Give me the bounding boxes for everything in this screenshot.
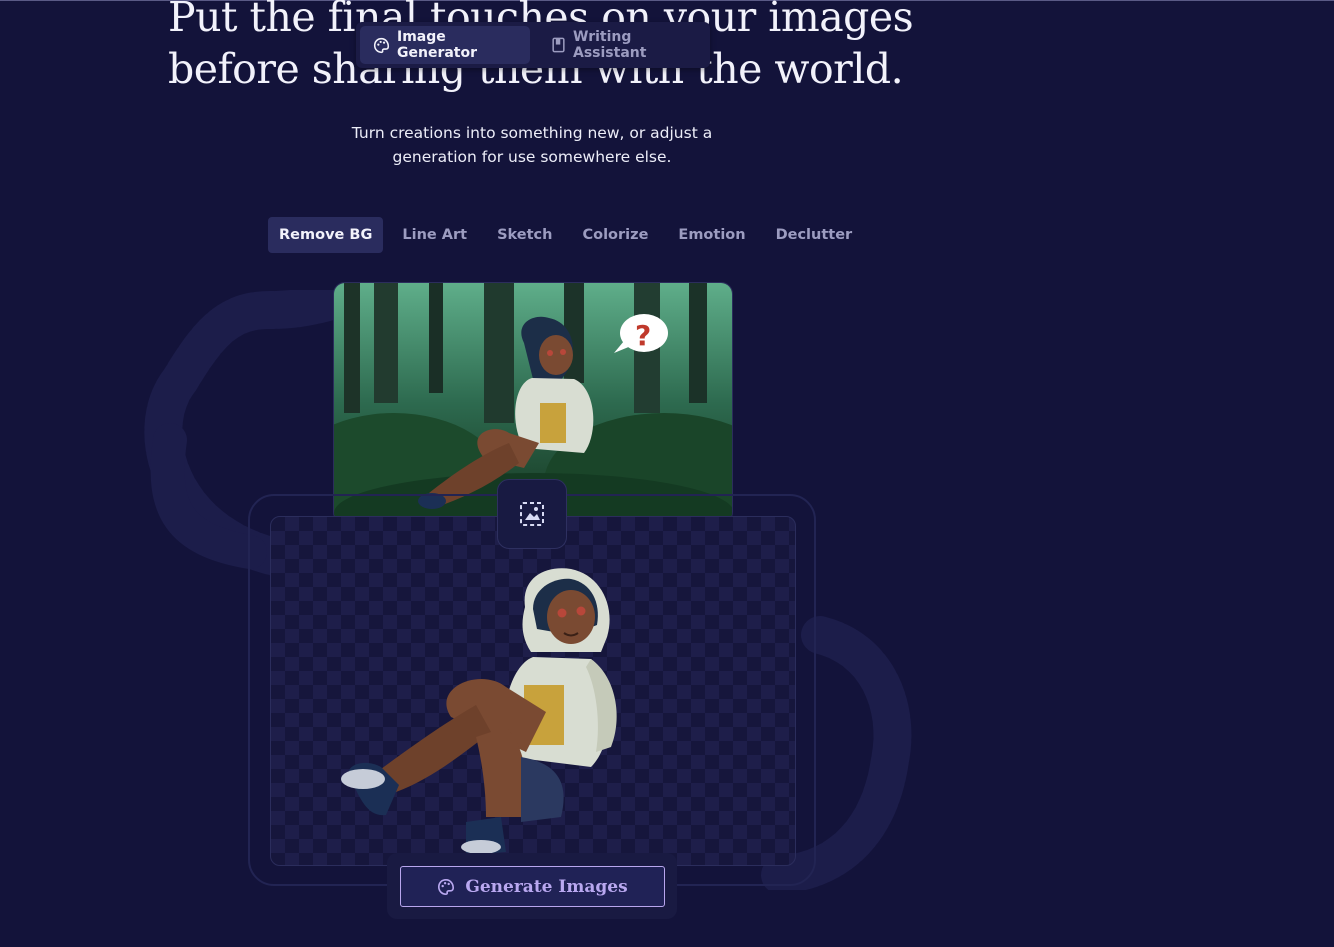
after-image-card <box>270 516 796 866</box>
tool-tabs: Remove BG Line Art Sketch Colorize Emoti… <box>268 217 871 253</box>
image-select-icon <box>520 502 544 526</box>
product-switcher: Image Generator Writing Assistant <box>356 22 710 68</box>
speech-bubble-question: ? <box>635 319 651 352</box>
generate-images-button[interactable]: Generate Images <box>400 866 665 907</box>
tab-writing-assistant[interactable]: Writing Assistant <box>538 26 704 64</box>
tool-tab-emotion[interactable]: Emotion <box>667 217 756 253</box>
tool-tab-remove-bg[interactable]: Remove BG <box>268 217 384 253</box>
tab-writing-assistant-label: Writing Assistant <box>573 29 647 61</box>
palette-icon <box>438 878 455 895</box>
remove-bg-action-button[interactable] <box>497 479 567 549</box>
after-image <box>341 568 617 855</box>
generate-button-container: Generate Images <box>387 853 677 919</box>
tool-tab-declutter[interactable]: Declutter <box>765 217 864 253</box>
tab-image-generator-label: Image Generator <box>397 29 478 61</box>
generate-images-label: Generate Images <box>465 876 628 897</box>
tool-tab-line-art[interactable]: Line Art <box>391 217 478 253</box>
tab-image-generator[interactable]: Image Generator <box>360 26 530 64</box>
book-icon <box>552 37 565 53</box>
hero-subtext: Turn creations into something new, or ad… <box>351 124 713 166</box>
tool-tab-sketch[interactable]: Sketch <box>486 217 563 253</box>
palette-icon <box>373 37 390 53</box>
tool-tab-colorize[interactable]: Colorize <box>571 217 659 253</box>
